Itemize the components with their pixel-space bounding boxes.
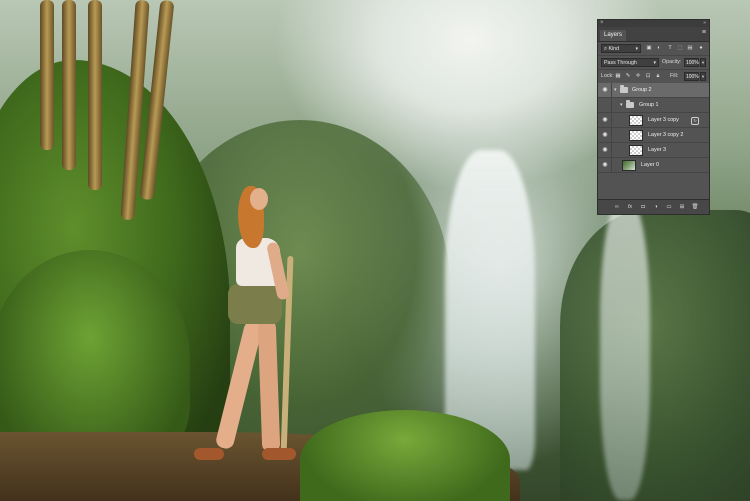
type-filter-icon[interactable]: T bbox=[667, 45, 673, 51]
layers-panel: × » Layers ≡ ⌕ Kind ▾ ▣ ◐ T ⬚ ▤ ● Pass T… bbox=[597, 19, 710, 215]
layer-name[interactable]: Group 2 bbox=[632, 86, 651, 95]
layer-row-layer-3[interactable]: ◉ Layer 3 bbox=[598, 143, 709, 158]
trash-icon[interactable]: 🗑︎ bbox=[691, 203, 699, 211]
smart-object-filter-icon[interactable]: ▤ bbox=[687, 45, 693, 51]
bamboo-stalk bbox=[40, 0, 54, 150]
layer-thumbnail bbox=[629, 130, 643, 141]
search-icon: ⌕ bbox=[604, 46, 607, 52]
opacity-input[interactable]: 100% bbox=[684, 58, 699, 67]
chevron-down-icon: ▾ bbox=[635, 46, 638, 52]
layer-thumbnail bbox=[629, 145, 643, 156]
chevron-down-icon: ▾ bbox=[653, 60, 656, 66]
lock-transparent-icon[interactable]: ▦ bbox=[615, 73, 621, 79]
layer-name[interactable]: Layer 3 bbox=[648, 146, 666, 155]
image-filter-icon[interactable]: ▣ bbox=[646, 45, 652, 51]
new-layer-icon[interactable]: ⊞ bbox=[678, 203, 686, 211]
chevron-down-icon[interactable]: ▾ bbox=[620, 101, 623, 109]
adjustment-layer-icon[interactable]: ◑ bbox=[652, 203, 660, 211]
folder-icon bbox=[620, 85, 628, 93]
fx-icon[interactable]: fx bbox=[626, 203, 634, 211]
collapse-icon[interactable]: » bbox=[703, 20, 706, 27]
folder-icon bbox=[626, 100, 634, 108]
layer-name[interactable]: Group 1 bbox=[639, 101, 658, 110]
panel-menu-icon[interactable]: ≡ bbox=[702, 29, 706, 36]
lock-label: Lock: bbox=[601, 73, 614, 79]
fill-dropdown-icon[interactable]: ▾ bbox=[700, 72, 706, 81]
close-icon[interactable]: × bbox=[600, 20, 604, 27]
blend-mode-select[interactable]: Pass Through ▾ bbox=[601, 58, 659, 67]
kind-filter-select[interactable]: ⌕ Kind ▾ bbox=[601, 44, 641, 53]
panel-bottom-bar: ∞ fx ◘ ◑ ▭ ⊞ 🗑︎ bbox=[598, 199, 709, 214]
layer-name[interactable]: Layer 0 bbox=[641, 161, 659, 170]
eye-icon[interactable]: ◉ bbox=[601, 147, 609, 153]
lock-row: Lock: ▦ ✎ ✛ ⊡ 🔒︎ Fill: 100% ▾ bbox=[598, 70, 709, 84]
link-layers-icon[interactable]: ∞ bbox=[613, 203, 621, 211]
waterfall-small bbox=[600, 200, 650, 500]
blend-row: Pass Through ▾ Opacity: 100% ▾ bbox=[598, 56, 709, 70]
lock-position-icon[interactable]: ✛ bbox=[635, 73, 641, 79]
lock-image-icon[interactable]: ✎ bbox=[625, 73, 631, 79]
layer-row-layer-3-copy[interactable]: ◉ Layer 3 copy ↻ bbox=[598, 113, 709, 128]
layer-name[interactable]: Layer 3 copy 2 bbox=[648, 131, 683, 140]
grass-clump bbox=[300, 410, 510, 501]
eye-icon[interactable]: ◉ bbox=[601, 162, 609, 168]
layer-row-layer-3-copy-2[interactable]: ◉ Layer 3 copy 2 bbox=[598, 128, 709, 143]
bamboo-stalk bbox=[88, 0, 102, 190]
layer-row-group-2[interactable]: ◉ ▾ Group 2 bbox=[598, 83, 709, 98]
eye-icon[interactable]: ◉ bbox=[601, 132, 609, 138]
eye-icon[interactable]: ◉ bbox=[601, 87, 609, 93]
bamboo-stalk bbox=[62, 0, 76, 170]
add-mask-icon[interactable]: ◘ bbox=[639, 203, 647, 211]
layer-row-group-1[interactable]: ▾ Group 1 bbox=[598, 98, 709, 113]
fill-label: Fill: bbox=[670, 73, 679, 79]
shape-filter-icon[interactable]: ⬚ bbox=[677, 45, 683, 51]
opacity-dropdown-icon[interactable]: ▾ bbox=[700, 58, 706, 67]
tab-layers[interactable]: Layers bbox=[600, 30, 627, 41]
blend-mode-value: Pass Through bbox=[604, 60, 637, 66]
lock-artboard-icon[interactable]: ⊡ bbox=[645, 73, 651, 79]
layer-name[interactable]: Layer 3 copy bbox=[648, 116, 679, 125]
filter-row: ⌕ Kind ▾ ▣ ◐ T ⬚ ▤ ● bbox=[598, 42, 709, 56]
opacity-label: Opacity: bbox=[662, 59, 682, 65]
new-group-icon[interactable]: ▭ bbox=[665, 203, 673, 211]
eye-icon[interactable]: ◉ bbox=[601, 117, 609, 123]
panel-tab-bar: Layers ≡ bbox=[598, 27, 709, 42]
layer-row-layer-0[interactable]: ◉ Layer 0 bbox=[598, 158, 709, 173]
layer-thumbnail bbox=[629, 115, 643, 126]
layer-thumbnail bbox=[622, 160, 636, 171]
adjustment-filter-icon[interactable]: ◐ bbox=[656, 45, 662, 51]
chevron-down-icon[interactable]: ▾ bbox=[614, 86, 617, 94]
smart-object-icon: ↻ bbox=[691, 117, 699, 125]
kind-filter-label: Kind bbox=[608, 46, 620, 52]
panel-title-bar[interactable]: × » bbox=[598, 20, 709, 27]
cliff-foliage bbox=[560, 210, 750, 500]
layers-list: ◉ ▾ Group 2 ▾ Group 1 ◉ Layer 3 copy ↻ ◉… bbox=[598, 83, 709, 201]
filter-toggle-icon[interactable]: ● bbox=[698, 45, 704, 51]
fill-input[interactable]: 100% bbox=[684, 72, 699, 81]
lock-all-icon[interactable]: 🔒︎ bbox=[655, 73, 661, 79]
hiker-woman bbox=[180, 180, 310, 470]
